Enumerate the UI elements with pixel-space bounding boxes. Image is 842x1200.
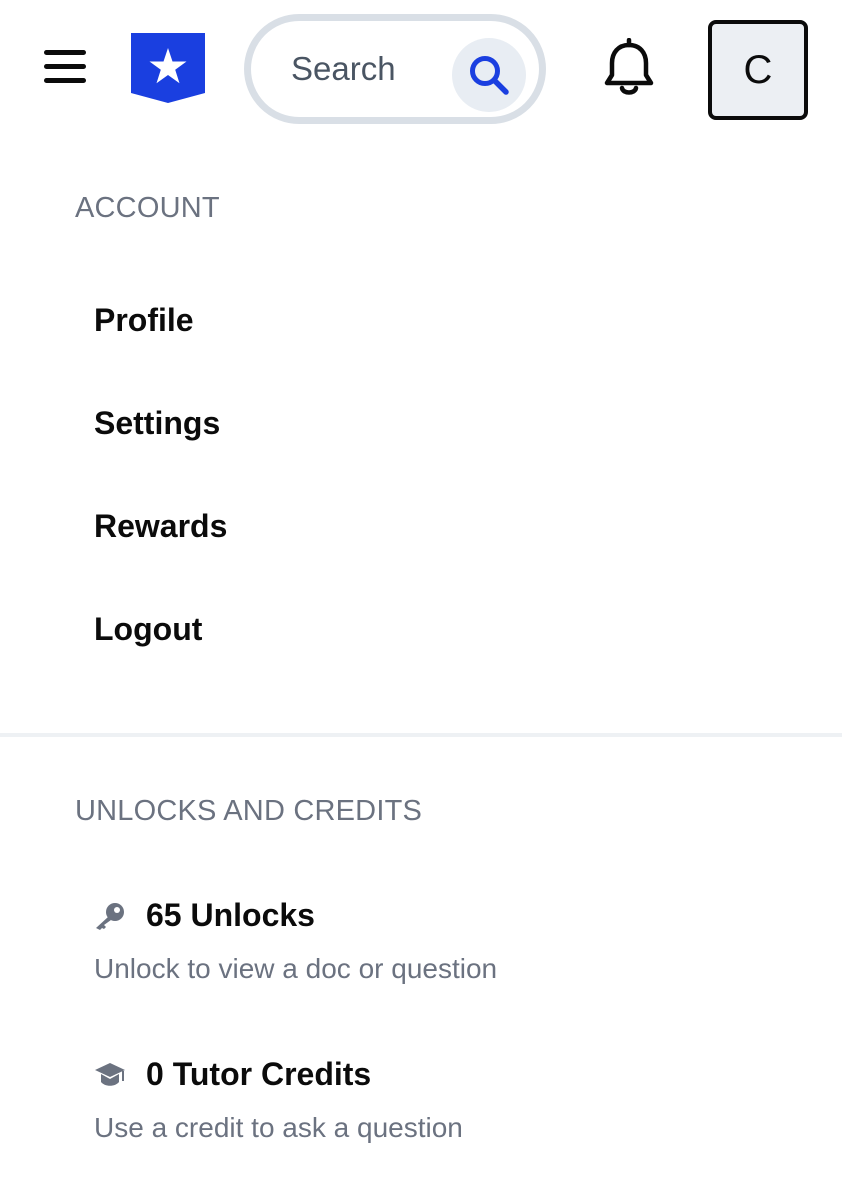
tutor-credits-description: Use a credit to ask a question: [94, 1112, 463, 1143]
key-icon: [94, 901, 126, 931]
account-menu-page: Search C ACCOUNT Profile Settings Reward…: [0, 0, 842, 1200]
account-section-title: ACCOUNT: [75, 192, 220, 224]
menu-item-logout[interactable]: Logout: [94, 611, 202, 648]
tutor-credits-item[interactable]: 0 Tutor Credits Use a credit to ask a qu…: [94, 1056, 794, 1156]
section-divider: [0, 733, 842, 737]
unlocks-count: 65 Unlocks: [146, 897, 315, 933]
menu-item-profile[interactable]: Profile: [94, 302, 194, 339]
search-icon: [470, 56, 509, 95]
top-header: Search C: [0, 0, 842, 140]
unlocks-item[interactable]: 65 Unlocks Unlock to view a doc or quest…: [94, 897, 794, 997]
menu-item-rewards[interactable]: Rewards: [94, 508, 227, 545]
menu-icon[interactable]: [44, 50, 88, 88]
menu-item-settings[interactable]: Settings: [94, 405, 220, 442]
bell-icon[interactable]: [602, 37, 656, 100]
unlocks-description: Unlock to view a doc or question: [94, 953, 498, 984]
avatar[interactable]: C: [708, 20, 808, 120]
unlocks-section-title: UNLOCKS AND CREDITS: [75, 795, 423, 827]
graduation-cap-icon: [94, 1060, 126, 1090]
star-bookmark-logo[interactable]: [131, 33, 205, 103]
tutor-credits-count: 0 Tutor Credits: [146, 1056, 372, 1092]
search-input[interactable]: Search: [291, 21, 396, 117]
search-button[interactable]: [452, 38, 526, 112]
search-bar[interactable]: Search: [244, 14, 546, 124]
